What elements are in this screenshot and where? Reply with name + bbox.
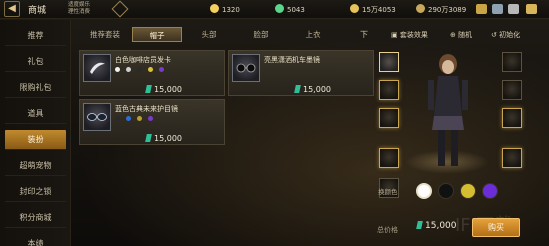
tab-recommend-set[interactable]: 推荐套装 xyxy=(80,27,130,42)
currency-coupon: 5043 xyxy=(275,4,305,15)
settings-icon[interactable] xyxy=(492,4,503,14)
gem-icon xyxy=(294,85,301,93)
color-dot xyxy=(137,116,143,121)
color-dot xyxy=(115,116,120,121)
sidebar: 推荐 礼包 限购礼包 道具 装扮 超萌宠物 封印之锁 积分商城 本绩 xyxy=(0,20,71,246)
random-button[interactable]: ⊕ 随机 xyxy=(450,30,472,40)
diamond-icon[interactable] xyxy=(111,0,129,18)
slot-hat[interactable] xyxy=(379,52,399,72)
product-name: 蓝色古典未来护目镜 xyxy=(115,105,178,113)
total-price: 15,000 xyxy=(416,221,457,231)
currency-gem: 290万3089 xyxy=(416,4,466,15)
product-name: 白色咖啡店员发卡 xyxy=(115,56,171,64)
tab-face[interactable]: 脸部 xyxy=(236,27,286,42)
coin-icon xyxy=(210,4,219,13)
color-options xyxy=(115,67,165,73)
gem-icon xyxy=(416,221,423,229)
sidebar-item-pets[interactable]: 超萌宠物 xyxy=(5,156,66,176)
slot-belt[interactable] xyxy=(502,108,522,128)
gold-icon xyxy=(350,4,359,13)
product-card[interactable]: 白色咖啡店员发卡 15,000 xyxy=(79,50,225,96)
hairpin-icon xyxy=(83,54,111,82)
slot-face[interactable] xyxy=(379,108,399,128)
currency-gold: 15万4053 xyxy=(350,4,396,15)
color-options xyxy=(115,116,154,122)
rank-icon[interactable] xyxy=(526,4,537,14)
mail-icon[interactable] xyxy=(476,4,487,14)
slot-head[interactable] xyxy=(379,80,399,100)
sidebar-item-gift[interactable]: 礼包 xyxy=(5,52,66,72)
tab-top[interactable]: 上衣 xyxy=(288,27,338,42)
color-dot xyxy=(126,67,132,72)
health-notice: 适度娱乐 理性消费 xyxy=(68,2,91,15)
slot-pants[interactable] xyxy=(502,80,522,100)
tab-hat[interactable]: 帽子 xyxy=(132,27,182,42)
product-price: 15,000 xyxy=(145,134,182,143)
color-swatch-black[interactable] xyxy=(438,183,454,199)
color-dot xyxy=(148,67,154,72)
slot-shoes[interactable] xyxy=(502,148,522,168)
slot-top[interactable] xyxy=(502,52,522,72)
product-name: 亮黑潇洒机车墨镜 xyxy=(264,56,320,64)
sunglasses-icon xyxy=(232,54,260,82)
sidebar-item-limited[interactable]: 限购礼包 xyxy=(5,78,66,98)
product-price: 15,000 xyxy=(294,85,331,94)
menu-icon[interactable] xyxy=(508,4,519,14)
random-icon: ⊕ xyxy=(450,31,459,39)
sidebar-item-seal[interactable]: 封印之锁 xyxy=(5,182,66,202)
color-swatch-white[interactable] xyxy=(416,183,432,199)
buy-button[interactable]: 购买 xyxy=(472,218,520,237)
product-price: 15,000 xyxy=(145,85,182,94)
gem-icon xyxy=(416,4,425,13)
set-effect-icon: ▣ xyxy=(391,31,400,39)
goggles-icon xyxy=(83,103,111,131)
coupon-icon xyxy=(275,4,284,13)
color-swatch-yellow[interactable] xyxy=(460,183,476,199)
color-dot xyxy=(148,116,154,121)
color-dot xyxy=(137,67,143,72)
slot-neck[interactable] xyxy=(379,148,399,168)
sidebar-item-dress[interactable]: 装扮 xyxy=(5,130,66,150)
sidebar-item-items[interactable]: 道具 xyxy=(5,104,66,124)
gem-icon xyxy=(145,134,152,142)
total-price-label: 总价格 xyxy=(377,226,398,234)
top-bar: ◀ 商城 适度娱乐 理性消费 1320 5043 15万4053 290万308… xyxy=(0,0,549,19)
color-swatch-purple[interactable] xyxy=(482,183,498,199)
color-dot xyxy=(115,67,120,72)
color-dot xyxy=(159,67,165,72)
tab-head[interactable]: 头部 xyxy=(184,27,234,42)
tab-next[interactable]: 下 xyxy=(360,27,368,42)
gem-icon xyxy=(145,85,152,93)
back-button[interactable]: ◀ xyxy=(4,1,20,17)
init-button[interactable]: ↺ 初始化 xyxy=(491,30,520,40)
page-title: 商城 xyxy=(28,6,47,16)
category-tabs: 推荐套装 帽子 头部 脸部 上衣 xyxy=(80,27,380,42)
product-card[interactable]: 亮黑潇洒机车墨镜 15,000 xyxy=(228,50,374,96)
currency-coin: 1320 xyxy=(210,4,240,15)
product-card[interactable]: 蓝色古典未来护目镜 15,000 xyxy=(79,99,225,145)
set-effect-button[interactable]: ▣ 套装效果 xyxy=(391,30,428,40)
color-dot xyxy=(126,116,132,121)
character-preview[interactable] xyxy=(418,46,478,176)
reset-icon: ↺ xyxy=(491,31,500,39)
sidebar-item-more[interactable]: 本绩 xyxy=(5,234,66,246)
sidebar-item-points[interactable]: 积分商城 xyxy=(5,208,66,228)
sidebar-item-recommend[interactable]: 推荐 xyxy=(5,26,66,46)
color-label: 换颜色 xyxy=(378,188,398,196)
